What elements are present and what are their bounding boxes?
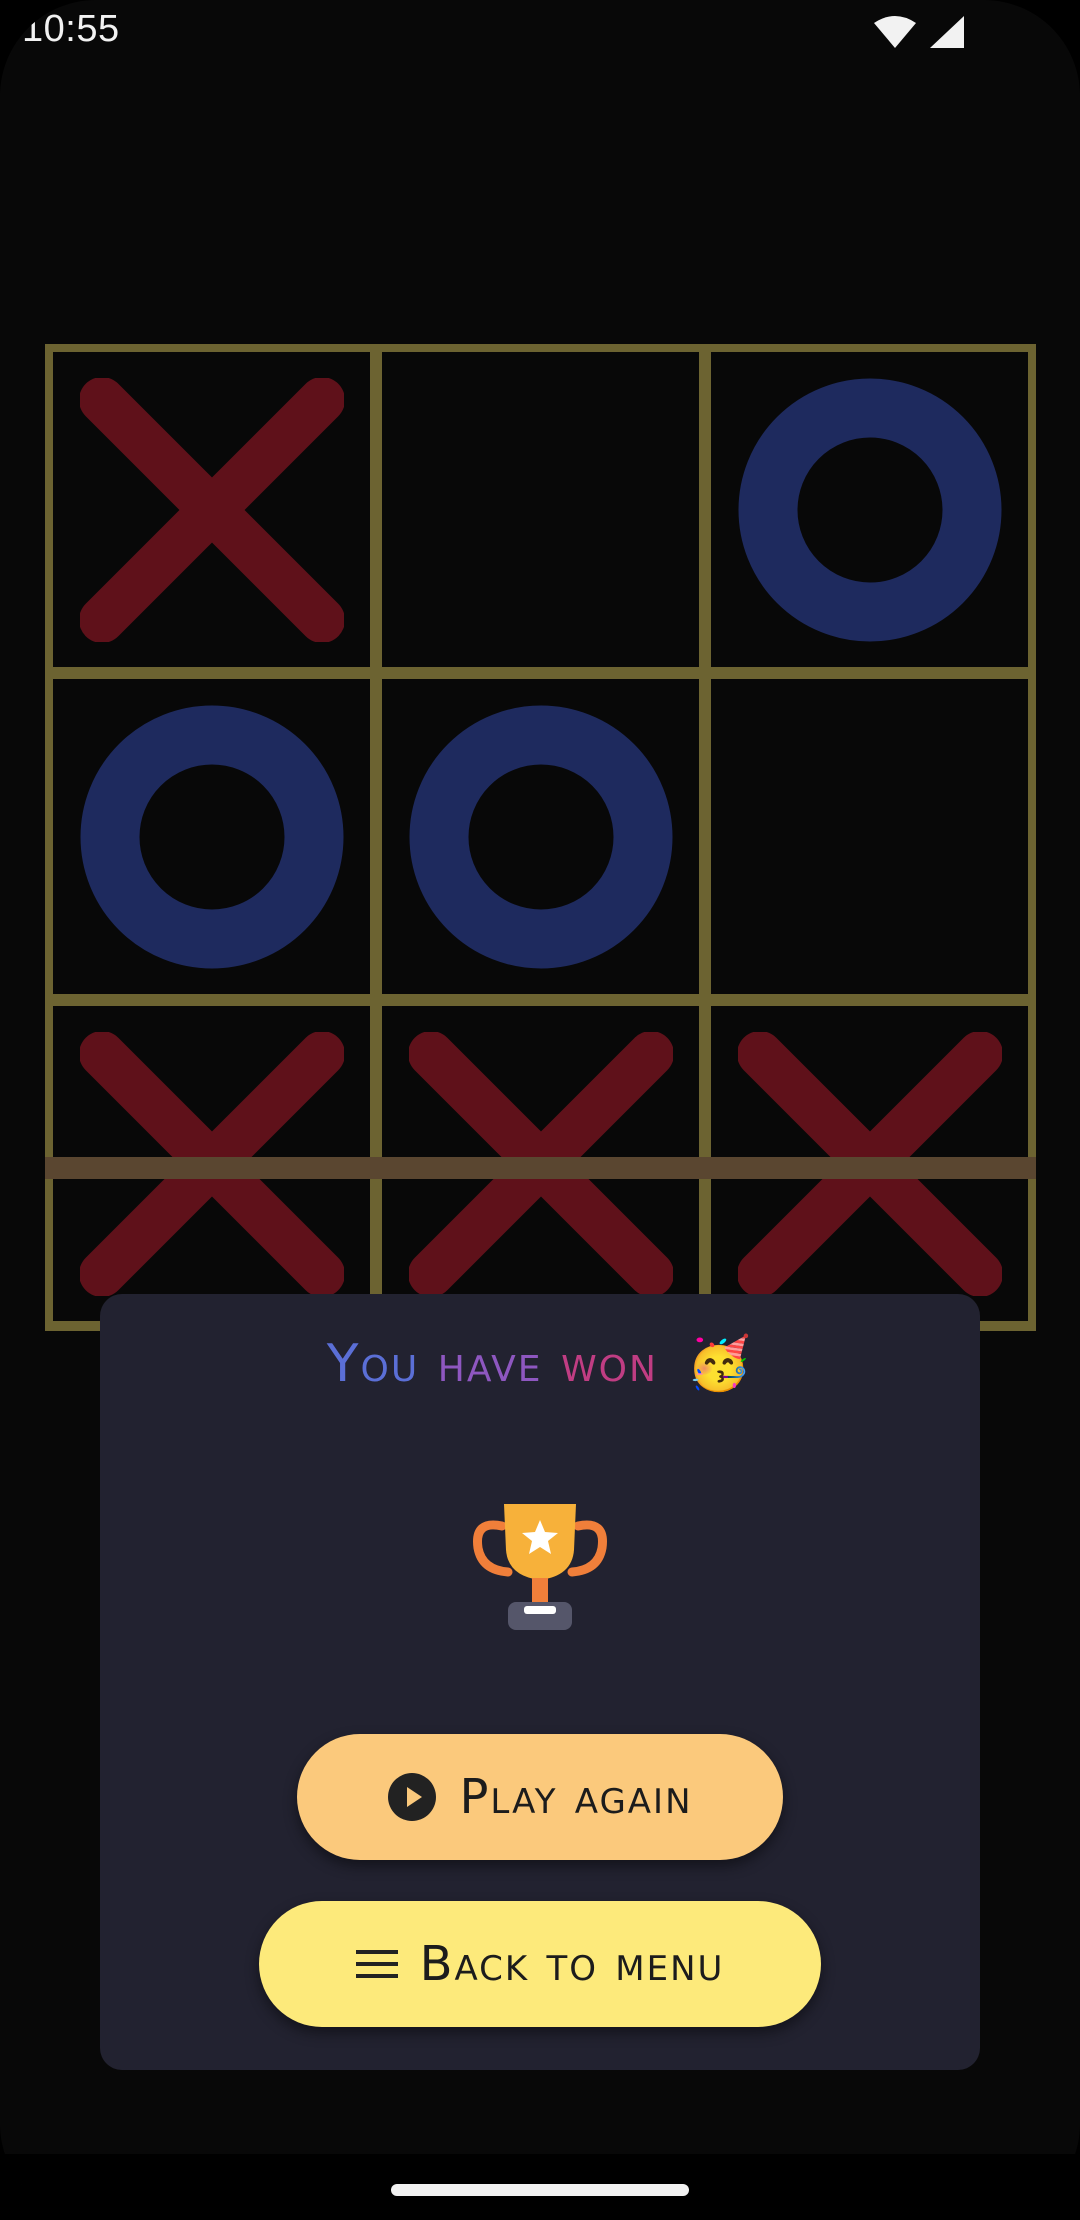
party-face-icon: 🥳 [686, 1334, 754, 1394]
status-icons [872, 14, 966, 50]
o-mark [738, 378, 1001, 641]
board-cell-0-1[interactable] [382, 352, 699, 667]
x-mark [79, 377, 344, 642]
status-time: 10:55 [22, 8, 120, 50]
board-cell-1-1[interactable] [382, 679, 699, 994]
title-word-2: have [437, 1334, 543, 1394]
game-board [45, 344, 1036, 1331]
play-again-label: Play again [459, 1769, 693, 1825]
o-mark [409, 705, 672, 968]
menu-icon [355, 1948, 398, 1980]
play-circle-icon [387, 1772, 437, 1822]
win-dialog: You have won 🥳 Play again Back to menu [100, 1294, 980, 2070]
status-bar: 10:55 [0, 0, 1080, 70]
trophy-icon [468, 1490, 612, 1634]
play-again-button[interactable]: Play again [297, 1734, 783, 1860]
back-to-menu-button[interactable]: Back to menu [259, 1901, 821, 2027]
board-cell-1-0[interactable] [53, 679, 370, 994]
home-indicator[interactable] [391, 2184, 689, 2196]
o-mark [80, 705, 343, 968]
phone-screen: 10:55 You have won 🥳 Play again Back to … [0, 0, 1080, 2220]
board-cell-0-2[interactable] [711, 352, 1028, 667]
board-divider-bar [45, 1157, 1036, 1179]
dialog-title: You have won 🥳 [100, 1332, 980, 1396]
board-cell-0-0[interactable] [53, 352, 370, 667]
wifi-icon [872, 15, 918, 49]
title-word-1: You [326, 1334, 420, 1394]
board-cell-1-2[interactable] [711, 679, 1028, 994]
title-word-3: won [561, 1334, 658, 1394]
signal-icon [928, 14, 966, 50]
back-to-menu-label: Back to menu [419, 1936, 725, 1992]
